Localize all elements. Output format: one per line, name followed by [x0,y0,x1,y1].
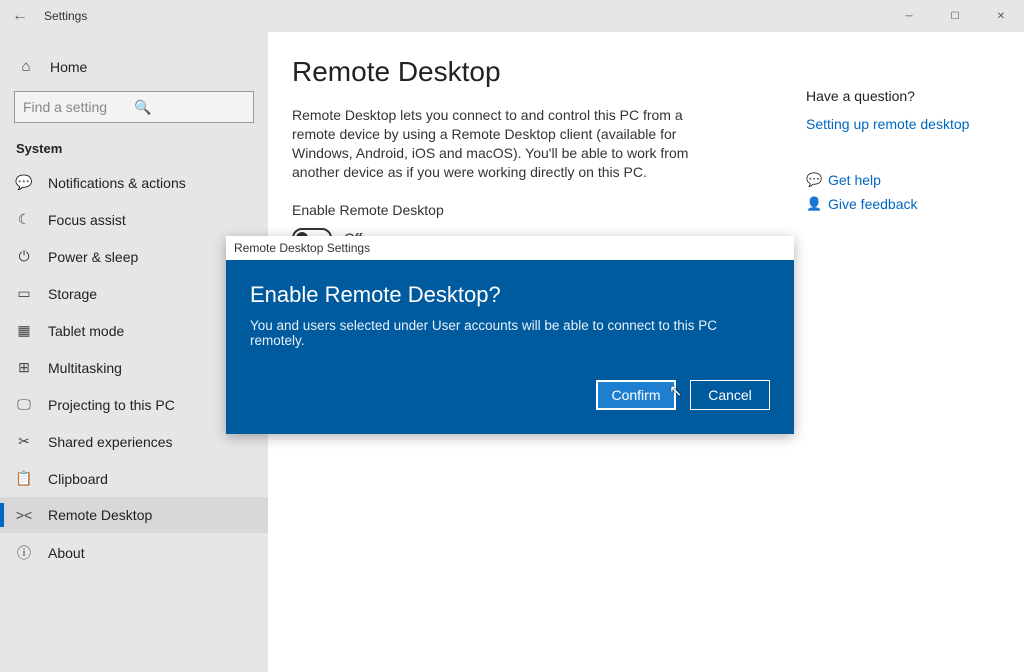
sidebar-item-label: Notifications & actions [48,175,186,191]
dialog-body-text: You and users selected under User accoun… [250,318,770,348]
sidebar-item-icon: 🖵 [14,396,34,413]
window-controls: ─ ☐ ✕ [886,0,1024,32]
question-heading: Have a question? [806,88,996,104]
sidebar-item-icon: ⏻ [14,248,34,265]
title-bar: ← Settings ─ ☐ ✕ [0,0,1024,32]
dialog-title: Enable Remote Desktop? [250,282,770,308]
sidebar-item-label: Shared experiences [48,434,173,450]
sidebar-item-clipboard[interactable]: 📋 Clipboard [0,460,268,497]
feedback-icon: 👤 [806,196,828,212]
search-placeholder: Find a setting [23,99,134,115]
minimize-button[interactable]: ─ [886,0,932,32]
cancel-button[interactable]: Cancel [690,380,770,410]
home-label: Home [50,59,87,75]
back-icon[interactable]: ← [0,7,40,25]
page-description: Remote Desktop lets you connect to and c… [292,106,722,182]
sidebar-item-about[interactable]: ⓘ About [0,533,268,573]
sidebar-item-remote-desktop[interactable]: >< Remote Desktop [0,497,268,533]
home-button[interactable]: ⌂ Home [0,48,268,85]
sidebar-item-icon: 📋 [14,470,34,487]
confirm-dialog: Remote Desktop Settings Enable Remote De… [226,236,794,434]
sidebar-item-icon: ✂ [14,433,34,450]
sidebar-item-icon: ☾ [14,211,34,228]
sidebar-item-label: Projecting to this PC [48,397,175,413]
search-icon: 🔍 [134,99,245,116]
sidebar-item-label: Tablet mode [48,323,124,339]
help-icon: 💬 [806,172,828,188]
sidebar-item-label: Focus assist [48,212,126,228]
sidebar-item-label: Multitasking [48,360,122,376]
sidebar-item-notifications-actions[interactable]: 💬 Notifications & actions [0,166,268,201]
sidebar-item-label: Clipboard [48,471,108,487]
sidebar-item-focus-assist[interactable]: ☾ Focus assist [0,201,268,238]
sidebar-item-label: Power & sleep [48,249,138,265]
give-feedback-link[interactable]: Give feedback [828,196,918,212]
page-title: Remote Desktop [292,56,1000,88]
right-rail: Have a question? Setting up remote deskt… [806,88,996,220]
sidebar-item-icon: ▭ [14,285,34,302]
get-help-link[interactable]: Get help [828,172,881,188]
dialog-window-title: Remote Desktop Settings [226,236,794,260]
sidebar-item-icon: ⊞ [14,359,34,376]
sidebar-item-icon: 💬 [14,174,34,191]
sidebar-item-icon: ⓘ [14,543,34,563]
sidebar-item-label: Storage [48,286,97,302]
confirm-button[interactable]: Confirm [596,380,676,410]
sidebar-heading: System [0,135,268,166]
close-button[interactable]: ✕ [978,0,1024,32]
window-title: Settings [44,9,87,23]
sidebar-item-icon: >< [14,507,34,523]
search-input[interactable]: Find a setting 🔍 [14,91,254,123]
sidebar-item-icon: ▦ [14,322,34,339]
sidebar-item-label: About [48,545,85,561]
home-icon: ⌂ [16,58,36,75]
setup-link[interactable]: Setting up remote desktop [806,116,996,132]
maximize-button[interactable]: ☐ [932,0,978,32]
sidebar-item-label: Remote Desktop [48,507,152,523]
